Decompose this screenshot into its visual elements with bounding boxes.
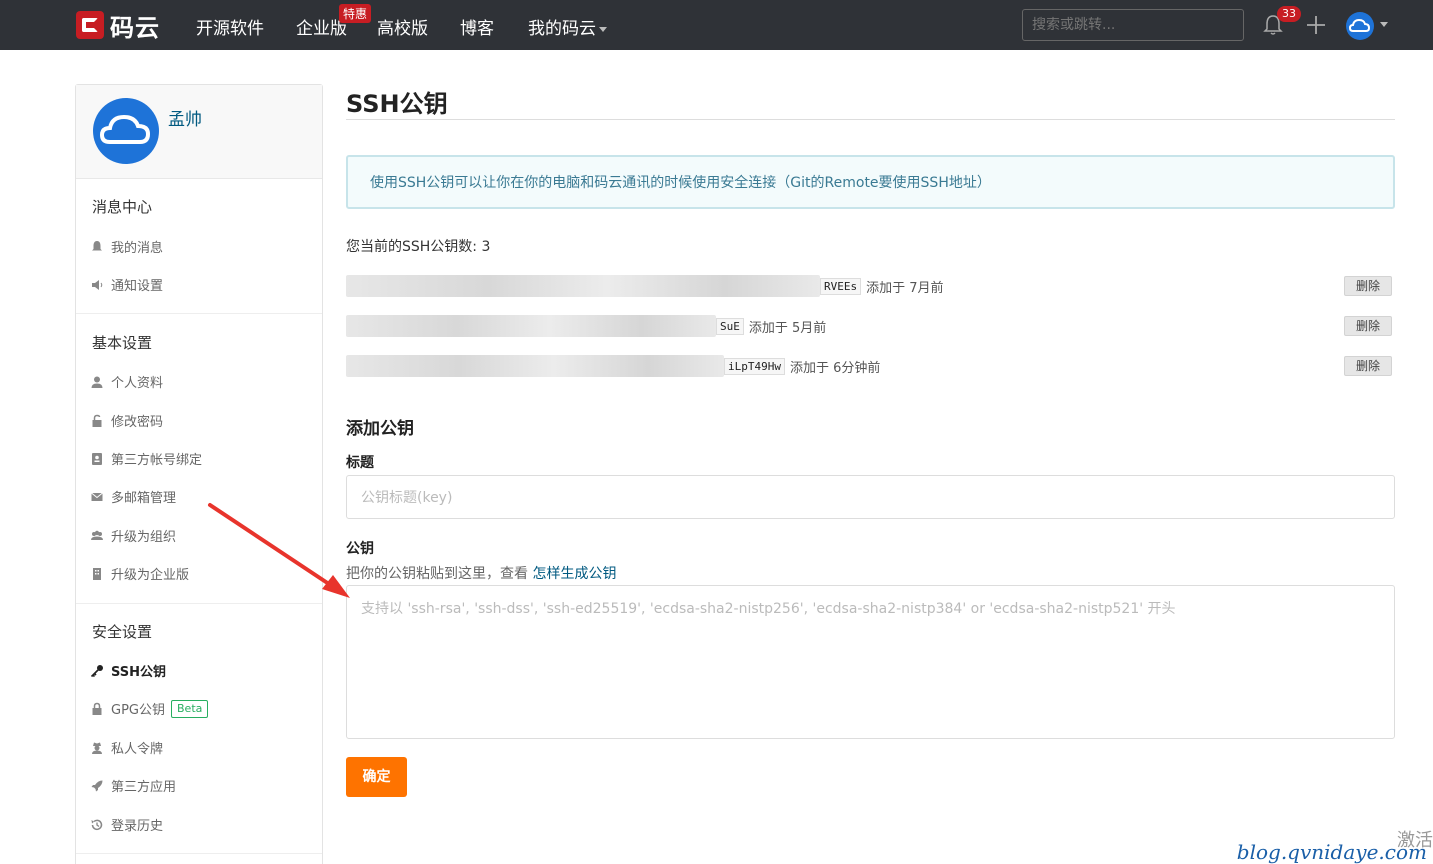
title-label: 标题	[346, 455, 374, 471]
plus-icon[interactable]	[1305, 14, 1327, 36]
unlock-icon	[92, 414, 102, 427]
sidebar-item-gpg-keys[interactable]: GPG公钥 Beta	[90, 699, 209, 718]
nav-campus[interactable]: 高校版	[377, 14, 428, 39]
sidebar-item-label: SSH公钥	[111, 665, 167, 680]
sidebar-item-label: 私人令牌	[111, 742, 164, 757]
top-navbar: 码云 开源软件 企业版 特惠 高校版 博客 我的码云 33	[0, 0, 1433, 50]
rocket-icon	[91, 780, 103, 791]
gitee-logo[interactable]: 码云	[76, 11, 160, 42]
logo-icon	[76, 11, 104, 39]
key-fingerprint-tail: iLpT49Hw	[724, 357, 785, 375]
divider	[76, 313, 322, 314]
profile-username[interactable]: 孟帅	[168, 105, 202, 130]
building-icon	[93, 567, 101, 580]
sidebar-item-label: GPG公钥	[111, 703, 165, 718]
section-messages: 消息中心	[92, 198, 153, 216]
key-hint-text: 把你的公钥粘贴到这里，查看	[346, 566, 533, 582]
nav-open-source[interactable]: 开源软件	[196, 14, 264, 39]
key-added-time: 添加于 5月前	[748, 320, 827, 336]
sidebar-item-profile[interactable]: 个人资料	[90, 372, 163, 391]
delete-key-button[interactable]: 删除	[1344, 356, 1392, 376]
info-text: 使用SSH公钥可以让你在你的电脑和码云通讯的时候使用安全连接（Git的Remot…	[370, 175, 991, 191]
sidebar-item-label: 我的消息	[111, 241, 164, 256]
sidebar-item-label: 修改密码	[111, 415, 164, 430]
sidebar-item-change-password[interactable]: 修改密码	[90, 411, 163, 430]
user-avatar[interactable]	[1346, 12, 1374, 40]
key-added-time: 添加于 6分钟前	[789, 360, 881, 376]
sidebar-item-upgrade-enterprise[interactable]: 升级为企业版	[90, 564, 189, 583]
cloud-icon	[1348, 18, 1371, 32]
sidebar-item-upgrade-org[interactable]: 升级为组织	[90, 526, 176, 545]
nav-my-gitee[interactable]: 我的码云	[528, 14, 607, 39]
sidebar-item-emails[interactable]: 多邮箱管理	[90, 487, 176, 506]
user-secret-icon	[92, 742, 102, 754]
sidebar-item-notify-settings[interactable]: 通知设置	[90, 275, 163, 294]
id-card-icon	[92, 452, 102, 465]
key-fingerprint-tail: SuE	[716, 317, 744, 335]
search-input[interactable]	[1022, 9, 1244, 41]
public-key-textarea[interactable]: 支持以 'ssh-rsa', 'ssh-dss', 'ssh-ed25519',…	[346, 585, 1395, 739]
users-icon	[91, 530, 103, 540]
chevron-down-icon	[599, 26, 607, 32]
sidebar-item-label: 升级为企业版	[111, 568, 190, 583]
user-icon	[91, 376, 103, 388]
page-title: SSH公钥	[346, 90, 448, 118]
how-to-generate-key-link[interactable]: 怎样生成公钥	[532, 566, 616, 582]
nav-my-gitee-label: 我的码云	[528, 19, 596, 39]
profile-card: 孟帅	[76, 85, 322, 179]
key-count: 您当前的SSH公钥数: 3	[346, 239, 491, 255]
sidebar-item-label: 登录历史	[111, 819, 164, 834]
sidebar-item-login-history[interactable]: 登录历史	[90, 815, 163, 834]
key-hint: 把你的公钥粘贴到这里，查看 怎样生成公钥	[346, 563, 616, 583]
sidebar-item-label: 升级为组织	[111, 530, 177, 545]
section-basic: 基本设置	[92, 334, 153, 352]
speaker-icon	[92, 279, 103, 290]
sidebar-item-my-messages[interactable]: 我的消息	[90, 237, 163, 256]
ssh-key-row: RVEEs 添加于 7月前 删除	[346, 273, 1395, 299]
delete-key-button[interactable]: 删除	[1344, 316, 1392, 336]
confirm-button[interactable]: 确定	[346, 757, 407, 797]
info-alert: 使用SSH公钥可以让你在你的电脑和码云通讯的时候使用安全连接（Git的Remot…	[346, 155, 1395, 209]
cloud-icon	[99, 114, 151, 144]
promo-badge: 特惠	[339, 4, 372, 23]
notification-count: 33	[1277, 6, 1301, 22]
history-icon	[91, 819, 103, 830]
bell-icon	[92, 240, 102, 252]
beta-badge: Beta	[171, 699, 209, 718]
delete-key-button[interactable]: 删除	[1344, 276, 1392, 296]
sidebar-item-third-party-binding[interactable]: 第三方帐号绑定	[90, 449, 202, 468]
logo-text: 码云	[110, 13, 160, 42]
divider	[76, 853, 322, 854]
section-security: 安全设置	[92, 623, 153, 641]
lock-icon	[92, 702, 102, 715]
key-fingerprint-tail: RVEEs	[820, 277, 862, 295]
avatar-chevron-down-icon[interactable]	[1380, 22, 1388, 27]
title-divider	[346, 119, 1395, 120]
settings-sidebar: 孟帅 消息中心 我的消息 通知设置 基本设置 个人资料 修改密码 第三方帐号绑定…	[75, 84, 323, 864]
nav-blog[interactable]: 博客	[460, 14, 494, 39]
sidebar-item-label: 通知设置	[111, 279, 164, 294]
sidebar-item-private-tokens[interactable]: 私人令牌	[90, 738, 163, 757]
blurred-key-fingerprint	[346, 315, 716, 337]
key-title-input[interactable]: 公钥标题(key)	[346, 475, 1395, 519]
ssh-key-row: iLpT49Hw 添加于 6分钟前 删除	[346, 353, 1395, 379]
key-added-time: 添加于 7月前	[866, 280, 944, 296]
sidebar-item-label: 第三方应用	[111, 780, 177, 795]
add-key-heading: 添加公钥	[346, 419, 414, 439]
ssh-key-row: SuE 添加于 5月前 删除	[346, 313, 1395, 339]
blurred-key-fingerprint	[346, 355, 724, 377]
mail-icon	[91, 492, 103, 501]
blurred-key-fingerprint	[346, 275, 820, 297]
sidebar-item-third-party-apps[interactable]: 第三方应用	[90, 776, 176, 795]
key-icon	[90, 664, 103, 677]
sidebar-item-label: 多邮箱管理	[111, 491, 177, 506]
blog-watermark: blog.qvnidaye.com	[1236, 840, 1427, 864]
sidebar-item-label: 第三方帐号绑定	[111, 453, 203, 468]
annotation-arrow	[208, 503, 350, 598]
profile-avatar[interactable]	[93, 98, 159, 164]
sidebar-item-ssh-keys[interactable]: SSH公钥	[90, 661, 166, 680]
sidebar-item-label: 个人资料	[111, 376, 164, 391]
